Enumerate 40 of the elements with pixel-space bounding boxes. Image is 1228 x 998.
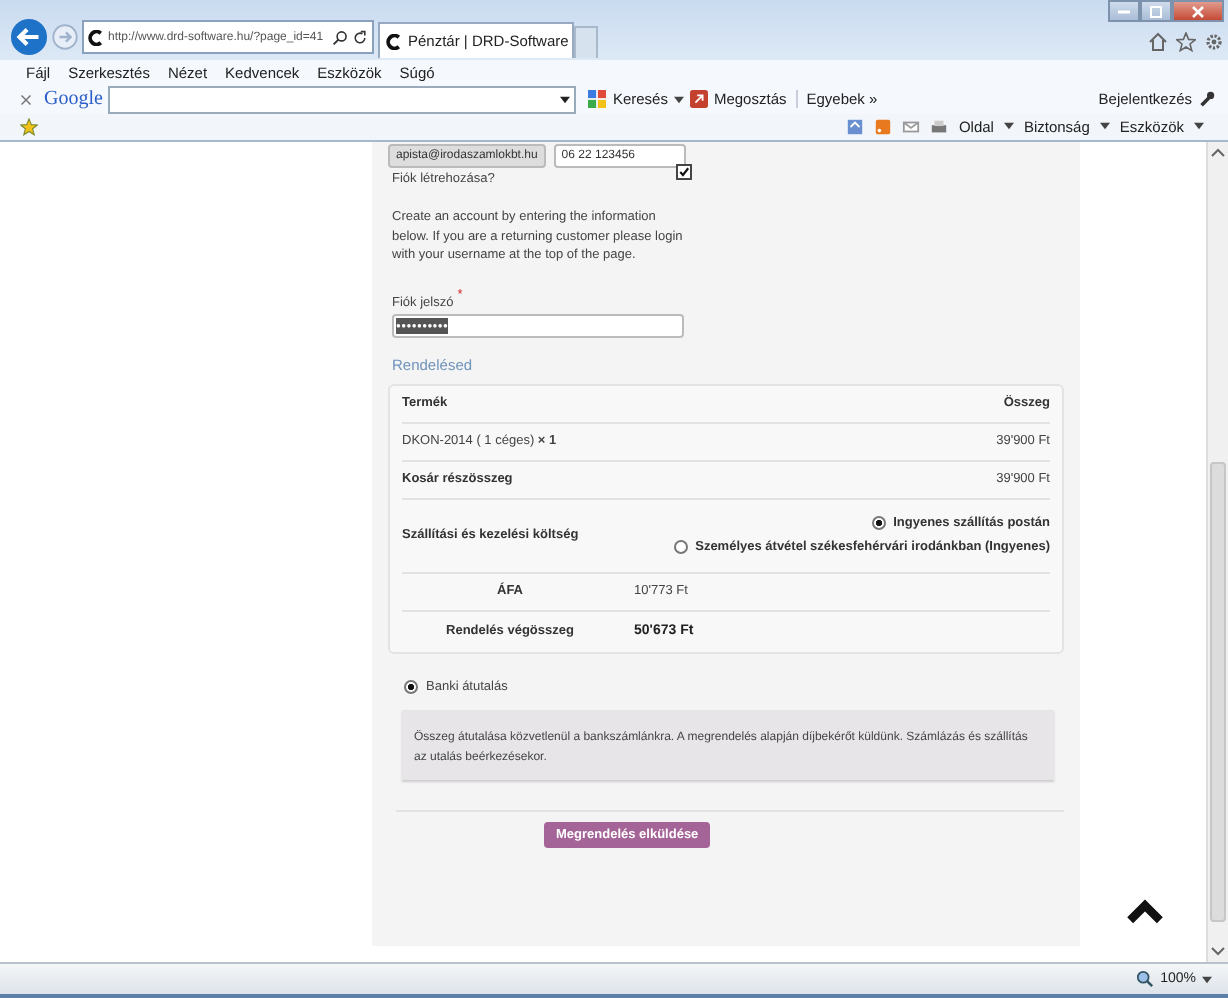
search-field[interactable] — [108, 85, 577, 113]
maximize-icon — [1150, 5, 1162, 17]
close-icon — [1192, 5, 1204, 17]
printer-icon[interactable] — [930, 117, 949, 135]
scroll-up-icon[interactable] — [1210, 146, 1226, 158]
favorites-star-icon[interactable] — [20, 117, 38, 135]
mail-icon[interactable] — [902, 117, 921, 135]
minimize-icon — [1118, 9, 1130, 13]
google-logo: Google — [44, 88, 103, 110]
search-icon[interactable] — [332, 29, 348, 45]
caret-icon[interactable] — [673, 95, 684, 103]
payment-radio[interactable] — [404, 679, 418, 693]
wrench-icon[interactable] — [1198, 90, 1216, 108]
home-icon[interactable] — [1148, 32, 1168, 52]
caret-icon[interactable] — [1194, 122, 1204, 130]
close-icon[interactable] — [20, 93, 32, 105]
caret-icon[interactable] — [1202, 975, 1212, 983]
create-account-checkbox[interactable] — [676, 164, 692, 180]
close-button[interactable] — [1172, 0, 1224, 22]
caret-icon[interactable] — [1099, 122, 1110, 130]
site-icon — [88, 29, 104, 45]
refresh-icon[interactable] — [352, 29, 368, 45]
site-icon — [386, 33, 402, 49]
share-icon — [689, 90, 708, 108]
chevron-up-icon[interactable] — [1126, 898, 1164, 924]
shipping-radio[interactable] — [673, 540, 688, 554]
zoom-icon[interactable] — [1136, 970, 1155, 988]
feed-icon[interactable] — [874, 117, 893, 135]
scrollbar[interactable] — [1206, 142, 1228, 962]
caret-icon[interactable] — [560, 95, 571, 103]
caret-icon[interactable] — [1003, 122, 1014, 130]
scroll-down-icon[interactable] — [1210, 946, 1226, 958]
settings-icon[interactable] — [1204, 32, 1224, 52]
shipping-radio[interactable] — [871, 516, 886, 530]
back-button[interactable] — [10, 18, 48, 56]
maximize-button[interactable] — [1140, 0, 1172, 22]
star-icon[interactable] — [1176, 32, 1196, 52]
home-page-icon[interactable] — [846, 117, 865, 135]
squares-icon — [588, 90, 607, 108]
minimize-button[interactable] — [1108, 0, 1140, 22]
